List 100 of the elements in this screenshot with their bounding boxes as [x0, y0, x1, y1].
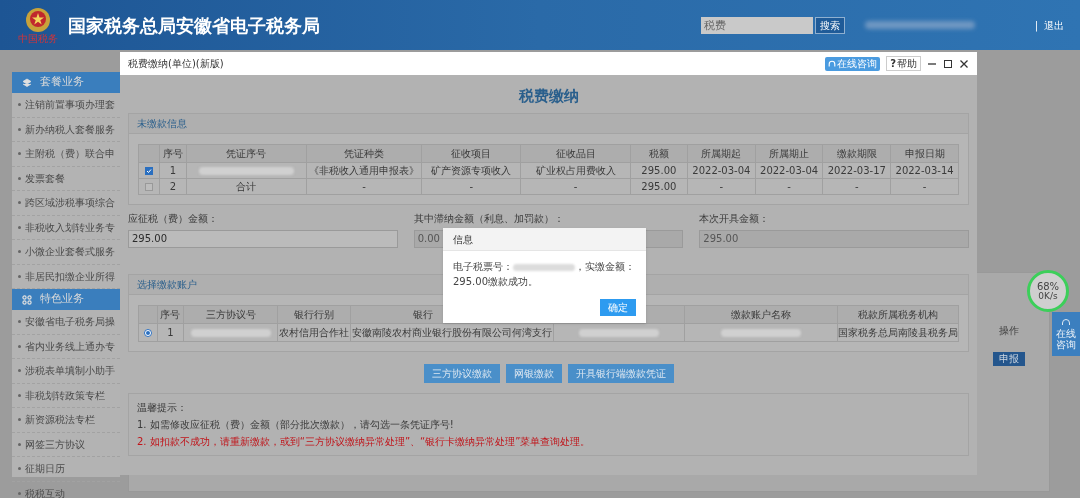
table-cell: 2022-03-17 — [827, 164, 886, 176]
table-cell: - — [787, 180, 791, 192]
bullet-icon — [18, 418, 21, 422]
section-title: 特色业务 — [40, 291, 84, 308]
row-radio[interactable] — [143, 328, 152, 337]
consult-side-button[interactable]: 在线咨询 — [1052, 312, 1080, 356]
panel-title: 选择缴款账户 — [137, 277, 197, 292]
column-header: 所属期止 — [769, 147, 810, 159]
bullet-icon — [18, 201, 21, 205]
table-cell: - — [469, 180, 474, 192]
section-title: 套餐业务 — [40, 74, 84, 91]
grid-icon — [22, 294, 32, 305]
column-header: 申报日期 — [904, 147, 945, 159]
field-label: 本次开具金额： — [699, 211, 771, 226]
column-header: 缴款期限 — [836, 147, 877, 159]
sidebar-item[interactable]: 税税互动 — [12, 481, 120, 498]
table-cell: 2022-03-14 — [895, 164, 954, 176]
table-cell: 合计 — [236, 180, 257, 192]
column-header: 所属期起 — [701, 147, 742, 159]
bullet-icon — [18, 152, 21, 156]
table-cell: - — [719, 180, 724, 192]
table-cell: 295.00 — [641, 180, 677, 192]
dialog-title: 信息 — [453, 232, 473, 247]
action-button[interactable]: 三方协议缴款 — [423, 363, 500, 383]
column-header: 序号 — [160, 308, 181, 320]
headset-icon — [1061, 318, 1071, 328]
column-header: 银行行别 — [294, 308, 335, 320]
column-header: 银行 — [413, 308, 434, 320]
column-header: 税款所属税务机构 — [857, 308, 938, 320]
bullet-icon — [18, 491, 21, 495]
speed-text: 0K/s — [1038, 292, 1058, 301]
separator: | — [1034, 18, 1038, 33]
message-text: 电子税票号： ，实缴金额：295.00缴款成功。 — [453, 260, 636, 289]
field-label: 其中滞纳金额（利息、加罚款）： — [413, 211, 565, 226]
table-cell: - — [922, 180, 927, 192]
emblem-icon — [25, 6, 51, 33]
sidebar-section-header[interactable]: 特色业务 — [12, 289, 120, 310]
bullet-icon — [18, 442, 21, 446]
table-cell: 295.00 — [641, 164, 677, 176]
bullet-icon — [18, 344, 21, 348]
logo-caption: 中国税务 — [18, 32, 58, 44]
bullet-icon — [18, 274, 21, 278]
page-title: 税费缴纳 — [517, 86, 580, 107]
column-header: 征收项目 — [451, 147, 492, 159]
table-cell: 2022-03-04 — [760, 164, 819, 176]
bullet-icon — [18, 176, 21, 180]
table-cell: 安徽南陵农村商业银行股份有限公司何湾支行 — [351, 326, 552, 338]
bullet-icon — [18, 225, 21, 229]
amount-field[interactable]: 295.00 — [128, 229, 398, 248]
action-button[interactable]: 网银缴款 — [505, 363, 562, 383]
search-button[interactable]: 搜索 — [814, 16, 845, 34]
table-cell: 1 — [167, 326, 174, 338]
maximize-icon[interactable] — [943, 58, 953, 69]
window-title: 税费缴纳(单位)(新版) — [128, 57, 224, 71]
table-cell: - — [362, 180, 366, 192]
bullet-icon — [18, 320, 21, 324]
logout-link[interactable]: 退出 — [1044, 17, 1064, 33]
site-title: 国家税务总局安徽省电子税务局 — [68, 13, 320, 38]
consult-button[interactable]: 在线咨询 — [825, 56, 881, 71]
column-header: 序号 — [162, 147, 183, 159]
bullet-icon — [18, 103, 21, 107]
tip-text: 温馨提示： — [137, 400, 188, 415]
column-header: 征收品目 — [555, 147, 596, 159]
layers-icon — [22, 77, 32, 88]
table-cell: - — [573, 180, 578, 192]
table-cell: 《非税收入通用申报表》 — [309, 164, 420, 176]
tip-text: 2. 如扣款不成功，请重新缴款，或到“三方协议缴纳异常处理”、“银行卡缴纳异常处理”菜单查询处理。 — [137, 434, 592, 449]
headset-icon — [828, 59, 837, 68]
close-icon[interactable] — [959, 58, 969, 69]
field-label: 应征税（费）金额： — [128, 211, 219, 226]
table-cell: 国家税务总局南陵县税务局 — [837, 326, 958, 338]
ok-button[interactable]: 确定 — [600, 299, 636, 316]
table-cell: 矿业权占用费收入 — [535, 164, 616, 176]
column-header: 税额 — [648, 147, 669, 159]
action-button[interactable]: 开具银行端缴款凭证 — [567, 363, 674, 383]
bullet-icon — [18, 250, 21, 254]
column-header: 凭证种类 — [344, 147, 385, 159]
table-cell: 2 — [169, 180, 177, 192]
percent-text: 68% — [1036, 281, 1060, 292]
column-header: 凭证序号 — [226, 147, 267, 159]
bullet-icon — [18, 393, 21, 397]
tip-text: 1. 如需修改应征税（费）金额（部分批次缴款），请勾选一条凭证序号! — [137, 417, 455, 432]
table-cell: 农村信用合作社 — [279, 326, 350, 338]
help-button[interactable]: ?帮助 — [886, 56, 921, 71]
search-field[interactable]: 税费 — [700, 16, 813, 34]
table-cell: - — [855, 180, 859, 192]
column-header: 操作 — [999, 324, 1019, 338]
table-cell: 1 — [169, 164, 177, 176]
row-checkbox[interactable] — [144, 166, 153, 175]
row-checkbox[interactable] — [144, 182, 153, 191]
column-header: 三方协议号 — [205, 308, 256, 320]
declare-button[interactable]: 申报 — [993, 352, 1025, 366]
bullet-icon — [18, 127, 21, 131]
bullet-icon — [18, 467, 21, 471]
sidebar-section-header[interactable]: 套餐业务 — [12, 72, 120, 93]
table-cell: 矿产资源专项收入 — [431, 164, 512, 176]
column-header: 缴款账户名称 — [730, 308, 791, 320]
panel-title: 未缴款信息 — [137, 116, 187, 131]
bullet-icon — [18, 369, 21, 373]
table-cell: 2022-03-04 — [692, 164, 751, 176]
